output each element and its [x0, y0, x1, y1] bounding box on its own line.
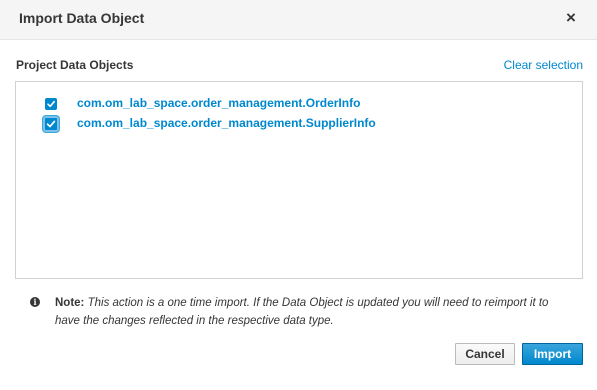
note-body: This action is a one time import. If the… — [55, 297, 549, 327]
import-note: i Note: This action is a one time import… — [30, 294, 575, 330]
import-button[interactable]: Import — [522, 343, 583, 365]
supplierinfo-checkbox[interactable] — [43, 116, 59, 132]
check-icon — [46, 120, 56, 128]
check-icon — [47, 100, 55, 108]
orderinfo-label[interactable]: com.om_lab_space.order_management.OrderI… — [77, 96, 360, 110]
import-data-object-dialog: Import Data Object × Project Data Object… — [0, 0, 597, 390]
clear-selection-link[interactable]: Clear selection — [504, 58, 583, 72]
note-prefix: Note: — [55, 297, 85, 309]
dialog-title: Import Data Object — [19, 10, 145, 26]
info-icon: i — [30, 297, 40, 307]
dialog-header: Import Data Object × — [0, 0, 597, 40]
note-text: Note: This action is a one time import. … — [55, 294, 575, 330]
orderinfo-checkbox[interactable] — [45, 98, 57, 110]
close-icon[interactable]: × — [563, 8, 579, 28]
project-data-objects-label: Project Data Objects — [16, 58, 134, 72]
supplierinfo-label[interactable]: com.om_lab_space.order_management.Suppli… — [77, 116, 376, 130]
cancel-button[interactable]: Cancel — [455, 343, 515, 365]
data-objects-list: com.om_lab_space.order_management.OrderI… — [15, 81, 583, 279]
